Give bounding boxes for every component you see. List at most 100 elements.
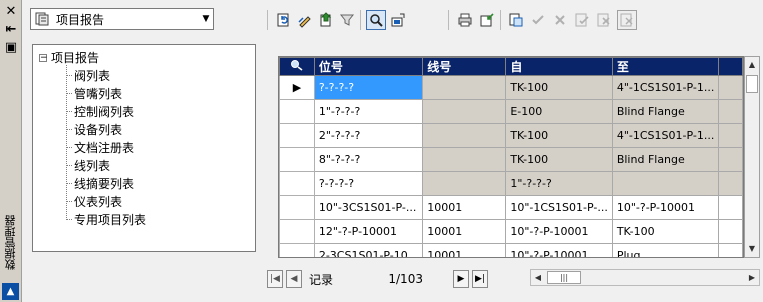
row-indicator[interactable] xyxy=(279,99,315,124)
cell-from[interactable]: TK-100 xyxy=(505,123,613,148)
horizontal-scrollbar[interactable]: ◀ ||| ▶ xyxy=(530,269,760,286)
tree-item[interactable]: 线摘要列表 xyxy=(66,175,134,191)
cell-tag[interactable]: ?-?-?-? xyxy=(313,171,424,196)
properties-icon[interactable]: ▣ xyxy=(3,40,19,55)
scroll-up-icon[interactable]: ▲ xyxy=(745,57,759,73)
row-indicator[interactable] xyxy=(279,147,315,172)
cell-line[interactable]: 10001 xyxy=(422,219,507,244)
cell-extra[interactable] xyxy=(718,75,743,100)
cell-to[interactable]: TK-100 xyxy=(611,219,720,244)
cell-extra[interactable] xyxy=(718,195,743,220)
cell-extra[interactable] xyxy=(718,219,743,244)
table-row[interactable]: 1"-?-?-? E-100 Blind Flange xyxy=(279,99,743,124)
row-indicator[interactable]: ▶ xyxy=(279,75,315,100)
last-record-button[interactable]: ▶| xyxy=(471,270,488,288)
cell-to[interactable]: Blind Flange xyxy=(611,147,720,172)
table-row[interactable]: 2-3CS1S01-P-10... 10001 10"-?-P-10001 Pl… xyxy=(279,243,743,257)
cell-line[interactable]: 10001 xyxy=(422,195,507,220)
accept-all-icon[interactable] xyxy=(572,10,592,30)
cell-extra[interactable] xyxy=(718,123,743,148)
first-record-button[interactable]: |◀ xyxy=(267,270,283,288)
collapse-icon[interactable]: − xyxy=(39,53,48,62)
record-current[interactable]: 1 xyxy=(341,272,396,286)
row-indicator[interactable] xyxy=(279,219,315,244)
row-indicator[interactable] xyxy=(279,243,315,257)
autohide-icon[interactable]: ⇤ xyxy=(3,22,19,37)
cell-from[interactable]: 1"-?-?-? xyxy=(505,171,613,196)
group-icon[interactable] xyxy=(506,10,526,30)
hide-icon[interactable] xyxy=(617,10,637,30)
cell-tag[interactable]: 2"-?-?-? xyxy=(313,123,424,148)
report-selector[interactable]: 项目报告 ▼ xyxy=(30,8,214,30)
locate-icon[interactable] xyxy=(388,10,408,30)
close-icon[interactable]: ✕ xyxy=(3,4,19,19)
cell-tag[interactable]: 10"-3CS1S01-P-... xyxy=(313,195,424,220)
reject-all-icon[interactable] xyxy=(594,10,614,30)
refresh-icon[interactable] xyxy=(274,10,294,30)
cell-line[interactable]: 10001 xyxy=(422,243,507,257)
cell-line[interactable] xyxy=(422,123,507,148)
scroll-down-icon[interactable]: ▼ xyxy=(745,241,759,257)
tree-item[interactable]: 设备列表 xyxy=(66,121,122,137)
cell-from[interactable]: TK-100 xyxy=(505,147,613,172)
column-header-extra[interactable] xyxy=(718,57,743,76)
reject-icon[interactable] xyxy=(550,10,570,30)
vertical-scrollbar[interactable]: ▲ ▼ xyxy=(744,56,760,258)
tree-item[interactable]: 专用项目列表 xyxy=(66,211,146,227)
cell-tag[interactable]: 12"-?-P-10001 xyxy=(313,219,424,244)
tree-item[interactable]: 阀列表 xyxy=(66,67,110,83)
cell-tag[interactable]: ?-?-?-? xyxy=(313,75,424,100)
cell-extra[interactable] xyxy=(718,171,743,196)
tree-item[interactable]: 管嘴列表 xyxy=(66,85,122,101)
scroll-right-icon[interactable]: ▶ xyxy=(745,270,759,285)
cell-line[interactable] xyxy=(422,171,507,196)
scroll-thumb[interactable] xyxy=(746,75,758,93)
tree-root[interactable]: − 项目报告 xyxy=(39,50,99,65)
tree-item[interactable]: 文档注册表 xyxy=(66,139,134,155)
cell-tag[interactable]: 1"-?-?-? xyxy=(313,99,424,124)
column-header-line[interactable]: 线号 xyxy=(422,57,507,76)
cell-to[interactable]: 10"-?-P-10001 xyxy=(611,195,720,220)
row-indicator[interactable] xyxy=(279,195,315,220)
cell-extra[interactable] xyxy=(718,243,743,257)
export-icon[interactable] xyxy=(316,10,336,30)
cell-extra[interactable] xyxy=(718,99,743,124)
table-row[interactable]: 8"-?-?-? TK-100 Blind Flange xyxy=(279,147,743,172)
palette-corner-icon[interactable]: ▲ xyxy=(2,283,19,300)
table-row[interactable]: 2"-?-?-? TK-100 4"-1CS1S01-P-1... xyxy=(279,123,743,148)
cell-tag[interactable]: 2-3CS1S01-P-10... xyxy=(313,243,424,257)
cell-extra[interactable] xyxy=(718,147,743,172)
cell-line[interactable] xyxy=(422,99,507,124)
previous-record-button[interactable]: ◀ xyxy=(286,270,302,288)
accept-icon[interactable] xyxy=(528,10,548,30)
next-record-button[interactable]: ▶ xyxy=(452,270,469,288)
column-header-from[interactable]: 自 xyxy=(505,57,613,76)
tree-item[interactable]: 线列表 xyxy=(66,157,110,173)
table-row[interactable]: ▶ ?-?-?-? TK-100 4"-1CS1S01-P-1... xyxy=(279,75,743,100)
cell-to[interactable]: 4"-1CS1S01-P-1... xyxy=(611,123,720,148)
filter-icon[interactable] xyxy=(337,10,357,30)
cell-from[interactable]: 10"-?-P-10001 xyxy=(505,243,613,257)
cell-to[interactable] xyxy=(611,171,720,196)
cell-from[interactable]: E-100 xyxy=(505,99,613,124)
row-indicator[interactable] xyxy=(279,171,315,196)
cell-line[interactable] xyxy=(422,75,507,100)
cell-from[interactable]: 10"-1CS1S01-P-... xyxy=(505,195,613,220)
row-indicator[interactable] xyxy=(279,123,315,148)
grid-corner-header[interactable] xyxy=(279,57,315,76)
column-header-to[interactable]: 至 xyxy=(611,57,720,76)
tree-item[interactable]: 控制阀列表 xyxy=(66,103,134,119)
scroll-thumb-horizontal[interactable]: ||| xyxy=(547,271,581,284)
tree-item[interactable]: 仪表列表 xyxy=(66,193,122,209)
column-header-tag[interactable]: 位号 xyxy=(313,57,424,76)
edit-icon[interactable] xyxy=(295,10,315,30)
cell-from[interactable]: TK-100 xyxy=(505,75,613,100)
chevron-down-icon[interactable]: ▼ xyxy=(199,14,213,24)
import-icon[interactable] xyxy=(477,10,497,30)
scroll-left-icon[interactable]: ◀ xyxy=(531,270,545,285)
cell-line[interactable] xyxy=(422,147,507,172)
cell-to[interactable]: Plug xyxy=(611,243,720,257)
table-row[interactable]: 12"-?-P-10001 10001 10"-?-P-10001 TK-100 xyxy=(279,219,743,244)
zoom-icon[interactable] xyxy=(366,10,386,30)
table-row[interactable]: ?-?-?-? 1"-?-?-? xyxy=(279,171,743,196)
